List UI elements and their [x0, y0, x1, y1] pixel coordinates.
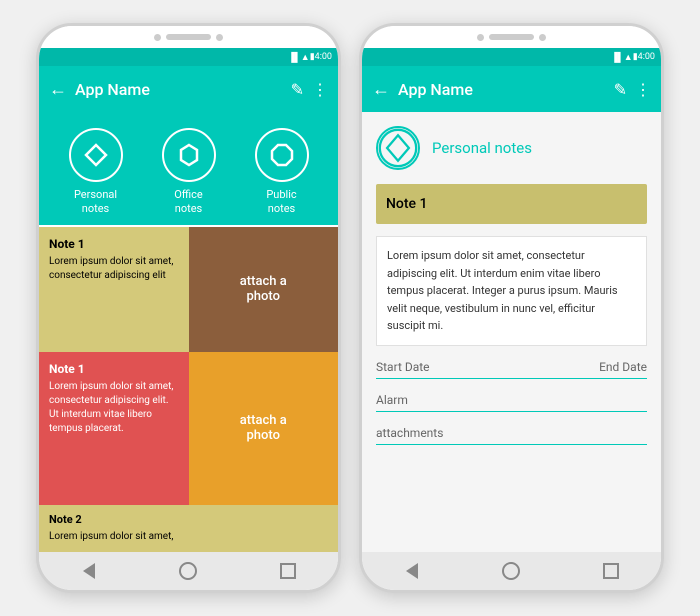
office-label: Officenotes [174, 188, 203, 217]
hexagon-shape [177, 143, 201, 167]
left-screen: ▐▌ ▲ ▮ 4:00 ← App Name ✎ ⋮ [39, 48, 338, 552]
alarm-underline [376, 411, 647, 412]
category-public[interactable]: Publicnotes [255, 128, 309, 217]
back-button-right[interactable]: ← [372, 79, 390, 100]
diamond-svg [378, 126, 418, 170]
app-bar-left: ← App Name ✎ ⋮ [39, 66, 338, 112]
status-bar-left: ▐▌ ▲ ▮ 4:00 [39, 48, 338, 66]
end-date-label: End Date [599, 360, 647, 374]
note-card-red[interactable]: Note 1 Lorem ipsum dolor sit amet, conse… [39, 352, 189, 505]
attach-photo-1[interactable]: attach aphoto [189, 227, 339, 352]
note-card-yellow[interactable]: Note 1 Lorem ipsum dolor sit amet, conse… [39, 227, 189, 352]
alarm-field[interactable]: Alarm [362, 385, 661, 409]
note2-body: Lorem ipsum dolor sit amet, [49, 530, 328, 544]
camera-dot-right [477, 34, 484, 41]
octagon-shape [270, 143, 294, 167]
home-nav-left[interactable] [177, 560, 199, 582]
scene: ▐▌ ▲ ▮ 4:00 ← App Name ✎ ⋮ [26, 13, 674, 603]
note1-red-title: Note 1 [49, 362, 179, 376]
wifi-icon: ▲ [301, 52, 310, 63]
back-button-left[interactable]: ← [49, 79, 67, 100]
notes-grid: Note 1 Lorem ipsum dolor sit amet, conse… [39, 227, 338, 505]
note2-title: Note 2 [49, 513, 328, 526]
date-underline [376, 378, 647, 379]
signal-icon: ▐▌ [288, 52, 301, 63]
edit-icon-left[interactable]: ✎ [291, 80, 304, 99]
more-icon-right[interactable]: ⋮ [635, 80, 651, 99]
app-title-right: App Name [398, 80, 606, 99]
edit-icon-right[interactable]: ✎ [614, 80, 627, 99]
phone-top-bar-left [39, 26, 338, 48]
attach-photo-2-label: attach aphoto [240, 413, 287, 443]
speaker [166, 34, 211, 40]
category-row: Personalnotes Officenotes [39, 112, 338, 225]
start-date-label: Start Date [376, 360, 599, 374]
back-nav-left[interactable] [78, 560, 100, 582]
app-bar-right: ← App Name ✎ ⋮ [362, 66, 661, 112]
attach-photo-2[interactable]: attach aphoto [189, 352, 339, 505]
alarm-label: Alarm [376, 393, 408, 407]
back-nav-right[interactable] [401, 560, 423, 582]
app-title-left: App Name [75, 80, 283, 99]
note1-body: Lorem ipsum dolor sit amet, consectetur … [49, 255, 179, 283]
note-detail-text: Lorem ipsum dolor sit amet, consectetur … [376, 236, 647, 346]
personal-diamond-icon [376, 126, 420, 170]
home-nav-right[interactable] [500, 560, 522, 582]
time-left: 4:00 [315, 52, 332, 62]
triangle-icon [83, 563, 95, 579]
office-circle [162, 128, 216, 182]
recents-nav-right[interactable] [600, 560, 622, 582]
note1-header-card: Note 1 [376, 184, 647, 224]
attach-photo-1-label: attach aphoto [240, 274, 287, 304]
diamond-shape [84, 143, 108, 167]
circle-icon-right [502, 562, 520, 580]
wifi-icon-right: ▲ [624, 52, 633, 63]
personal-label: Personalnotes [74, 188, 117, 217]
sensor-dot [216, 34, 223, 41]
right-screen: ▐▌ ▲ ▮ 4:00 ← App Name ✎ ⋮ P [362, 48, 661, 552]
personal-notes-header: Personal notes [362, 112, 661, 178]
public-label: Publicnotes [266, 188, 296, 217]
more-icon-left[interactable]: ⋮ [312, 80, 328, 99]
note1-title: Note 1 [49, 237, 179, 251]
circle-icon [179, 562, 197, 580]
time-right: 4:00 [638, 52, 655, 62]
note1-header-title: Note 1 [386, 196, 427, 212]
camera-dot [154, 34, 161, 41]
public-circle [255, 128, 309, 182]
bottom-bar-left [39, 552, 338, 590]
personal-notes-label: Personal notes [432, 139, 532, 157]
recents-nav-left[interactable] [277, 560, 299, 582]
category-office[interactable]: Officenotes [162, 128, 216, 217]
speaker-right [489, 34, 534, 40]
phone-top-bar-right [362, 26, 661, 48]
personal-circle [69, 128, 123, 182]
note1-red-body: Lorem ipsum dolor sit amet, consectetur … [49, 380, 179, 436]
date-row: Start Date End Date [362, 352, 661, 376]
bottom-bar-right [362, 552, 661, 590]
sensor-dot-right [539, 34, 546, 41]
status-bar-right: ▐▌ ▲ ▮ 4:00 [362, 48, 661, 66]
attachments-label: attachments [376, 426, 443, 440]
attachments-underline [376, 444, 647, 445]
triangle-icon-right [406, 563, 418, 579]
right-phone: ▐▌ ▲ ▮ 4:00 ← App Name ✎ ⋮ P [359, 23, 664, 593]
category-personal[interactable]: Personalnotes [69, 128, 123, 217]
signal-icon-right: ▐▌ [611, 52, 624, 63]
left-phone: ▐▌ ▲ ▮ 4:00 ← App Name ✎ ⋮ [36, 23, 341, 593]
square-icon [280, 563, 296, 579]
note2-card[interactable]: Note 2 Lorem ipsum dolor sit amet, [39, 505, 338, 552]
square-icon-right [603, 563, 619, 579]
attachments-field[interactable]: attachments [362, 418, 661, 442]
